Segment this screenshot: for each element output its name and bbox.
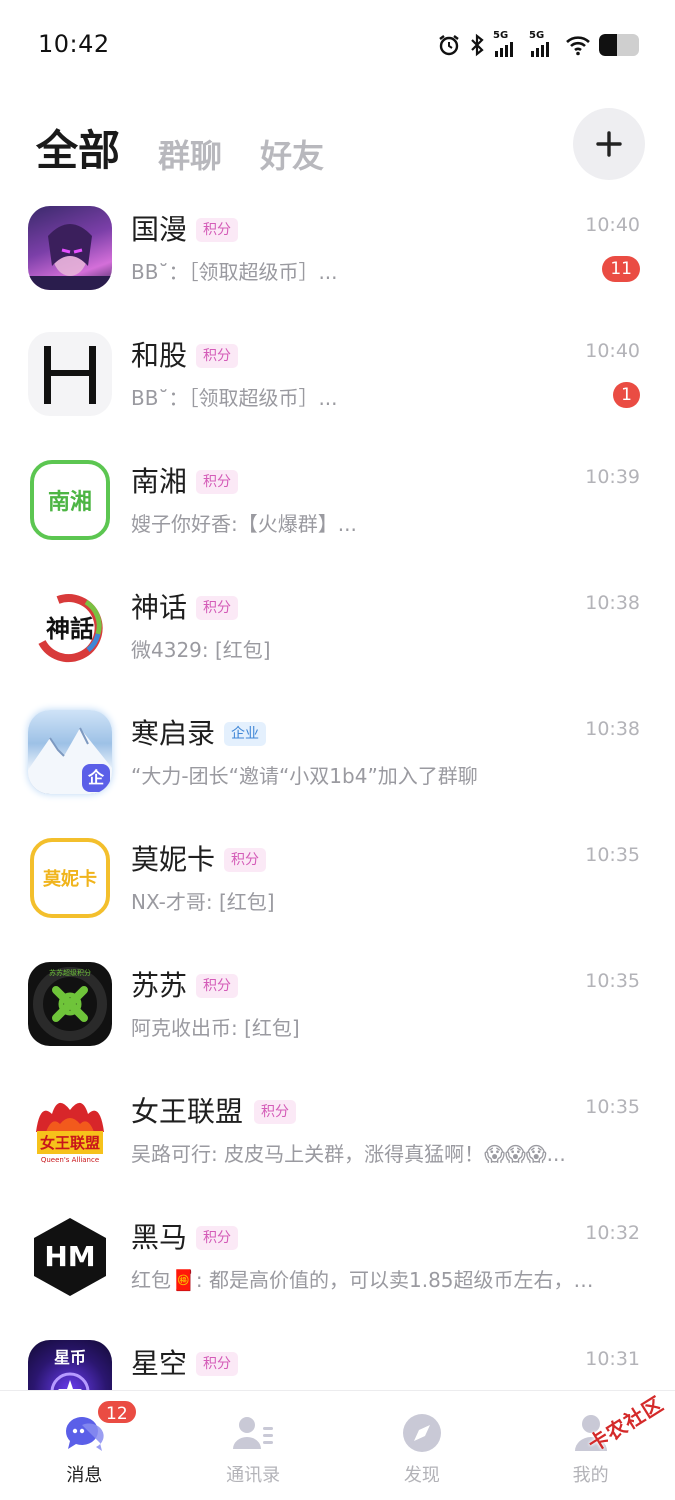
chat-item-heima[interactable]: HM 黑马 积分 10:32 红包🧧: 都是高价值的，可以卖1.85超级币左右，… bbox=[0, 1204, 675, 1330]
avatar-nvwang: 女王联盟 Queen's Alliance bbox=[28, 1088, 112, 1172]
tab-groups[interactable]: 群聊 bbox=[158, 134, 222, 178]
chat-preview: 嫂子你好香:【火爆群】... bbox=[131, 512, 357, 536]
chat-item-susu[interactable]: 苏苏超级积分 苏苏 积分 10:35 阿克收出币: [红包] bbox=[0, 952, 675, 1078]
contacts-icon bbox=[231, 1411, 275, 1455]
status-bar: 10:42 5G 5G bbox=[0, 0, 675, 90]
chat-preview: 阿克收出币: [红包] bbox=[131, 1016, 300, 1040]
chat-preview: BB˘：［领取超级币］... bbox=[131, 386, 338, 410]
chat-time: 10:40 bbox=[585, 340, 640, 362]
nav-discover[interactable]: 发现 bbox=[338, 1391, 507, 1500]
chat-item-hanqilu[interactable]: 企 寒启录 企业 10:38 “大力-团长“邀请“小双1b4”加入了群聊 bbox=[0, 700, 675, 826]
avatar-text: 南湘 bbox=[47, 490, 92, 515]
avatar-guoman bbox=[28, 206, 112, 290]
points-tag: 积分 bbox=[196, 218, 238, 242]
chat-preview: 红包🧧: 都是高价值的，可以卖1.85超级币左右，黑... bbox=[131, 1268, 611, 1292]
add-button[interactable] bbox=[573, 108, 645, 180]
chat-time: 10:35 bbox=[585, 844, 640, 866]
chat-preview: 吴路可行: 皮皮马上关群，涨得真猛啊！😱😱😱... bbox=[131, 1142, 566, 1166]
chat-name: 星空 bbox=[131, 1347, 188, 1380]
enterprise-tag: 企业 bbox=[224, 722, 266, 746]
avatar-shenhua: 神話 bbox=[28, 584, 112, 668]
tab-friends[interactable]: 好友 bbox=[260, 134, 324, 178]
chat-time: 10:31 bbox=[585, 1348, 640, 1370]
chat-preview: “大力-团长“邀请“小双1b4”加入了群聊 bbox=[131, 764, 478, 788]
chat-time: 10:38 bbox=[585, 718, 640, 740]
chat-item-monika[interactable]: 莫妮卡 莫妮卡 积分 10:35 NX-才哥: [红包] bbox=[0, 826, 675, 952]
avatar-text: 神話 bbox=[46, 613, 94, 643]
nav-messages[interactable]: 消息 12 bbox=[0, 1391, 169, 1500]
chat-item-nvwang[interactable]: 女王联盟 Queen's Alliance 女王联盟 积分 10:35 吴路可行… bbox=[0, 1078, 675, 1204]
status-time: 10:42 bbox=[38, 30, 110, 58]
points-tag: 积分 bbox=[196, 470, 238, 494]
chat-time: 10:35 bbox=[585, 970, 640, 992]
avatar-heima: HM bbox=[28, 1214, 112, 1298]
nav-label: 发现 bbox=[403, 1465, 440, 1486]
compass-icon bbox=[400, 1411, 444, 1455]
nav-label: 消息 bbox=[66, 1465, 103, 1486]
avatar-hanqilu: 企 bbox=[28, 710, 112, 794]
chat-name: 神话 bbox=[131, 591, 188, 624]
points-tag: 积分 bbox=[254, 1100, 296, 1124]
chat-item-xingkong[interactable]: 星币 星空 积分 10:31 bbox=[0, 1330, 675, 1390]
chat-time: 10:32 bbox=[585, 1222, 640, 1244]
chat-preview: 微4329: [红包] bbox=[131, 638, 271, 662]
chat-item-nanxiang[interactable]: 南湘 南湘 积分 10:39 嫂子你好香:【火爆群】... bbox=[0, 448, 675, 574]
plus-icon bbox=[596, 131, 622, 157]
avatar-susu: 苏苏超级积分 bbox=[28, 962, 112, 1046]
alarm-icon bbox=[437, 33, 461, 57]
points-tag: 积分 bbox=[196, 1226, 238, 1250]
wifi-icon bbox=[565, 34, 591, 56]
avatar-text: 星币 bbox=[53, 1348, 86, 1367]
status-icons: 5G 5G bbox=[437, 30, 639, 60]
unread-total-badge: 12 bbox=[96, 1399, 138, 1425]
chat-time: 10:38 bbox=[585, 592, 640, 614]
chat-item-guoman[interactable]: 国漫 积分 10:40 BB˘：［领取超级币］... 11 bbox=[0, 196, 675, 322]
points-tag: 积分 bbox=[224, 848, 266, 872]
chat-item-hegu[interactable]: 和股 积分 10:40 BB˘：［领取超级币］... 1 bbox=[0, 322, 675, 448]
nav-label: 我的 bbox=[572, 1465, 609, 1486]
avatar-text: 莫妮卡 bbox=[43, 869, 97, 890]
points-tag: 积分 bbox=[196, 344, 238, 368]
chat-name: 寒启录 bbox=[131, 717, 216, 750]
chat-time: 10:35 bbox=[585, 1096, 640, 1118]
points-tag: 积分 bbox=[196, 1352, 238, 1376]
chat-name: 和股 bbox=[131, 339, 188, 372]
avatar-xingkong: 星币 bbox=[28, 1340, 112, 1390]
avatar-ring-text: 苏苏超级积分 bbox=[49, 969, 91, 977]
cellular-signal-icon: 5G bbox=[493, 31, 521, 57]
chat-filter-tabs: 全部 群聊 好友 bbox=[36, 118, 324, 178]
points-tag: 积分 bbox=[196, 974, 238, 998]
chat-name: 女王联盟 bbox=[131, 1095, 244, 1128]
bottom-nav: 消息 12 通讯录 发现 我的 bbox=[0, 1390, 675, 1500]
enterprise-badge: 企 bbox=[82, 764, 110, 792]
points-tag: 积分 bbox=[196, 596, 238, 620]
avatar-text: 女王联盟 bbox=[36, 1130, 103, 1154]
avatar-nanxiang: 南湘 bbox=[28, 458, 112, 542]
chat-list: 国漫 积分 10:40 BB˘：［领取超级币］... 11 和股 积分 10:4… bbox=[0, 196, 675, 1390]
avatar-hegu bbox=[28, 332, 112, 416]
chat-name: 莫妮卡 bbox=[131, 843, 216, 876]
cellular-signal-icon-2: 5G bbox=[529, 31, 557, 57]
chat-name: 黑马 bbox=[131, 1221, 188, 1254]
chat-preview: BB˘：［领取超级币］... bbox=[131, 260, 338, 284]
chat-time: 10:40 bbox=[585, 214, 640, 236]
avatar-monika: 莫妮卡 bbox=[28, 836, 112, 920]
unread-badge: 11 bbox=[602, 256, 640, 282]
chat-name: 南湘 bbox=[131, 465, 188, 498]
chat-time: 10:39 bbox=[585, 466, 640, 488]
chat-preview: NX-才哥: [红包] bbox=[131, 890, 275, 914]
bluetooth-icon bbox=[469, 33, 485, 57]
tab-all[interactable]: 全部 bbox=[36, 124, 120, 178]
avatar-text: HM bbox=[44, 1239, 96, 1273]
chat-name: 国漫 bbox=[131, 213, 188, 246]
nav-label: 通讯录 bbox=[226, 1465, 281, 1486]
chat-item-shenhua[interactable]: 神話 神话 积分 10:38 微4329: [红包] bbox=[0, 574, 675, 700]
battery-icon bbox=[599, 34, 639, 56]
nav-contacts[interactable]: 通讯录 bbox=[169, 1391, 338, 1500]
avatar-subtext: Queen's Alliance bbox=[40, 1156, 100, 1164]
chat-name: 苏苏 bbox=[131, 969, 188, 1002]
unread-badge: 1 bbox=[613, 382, 640, 408]
